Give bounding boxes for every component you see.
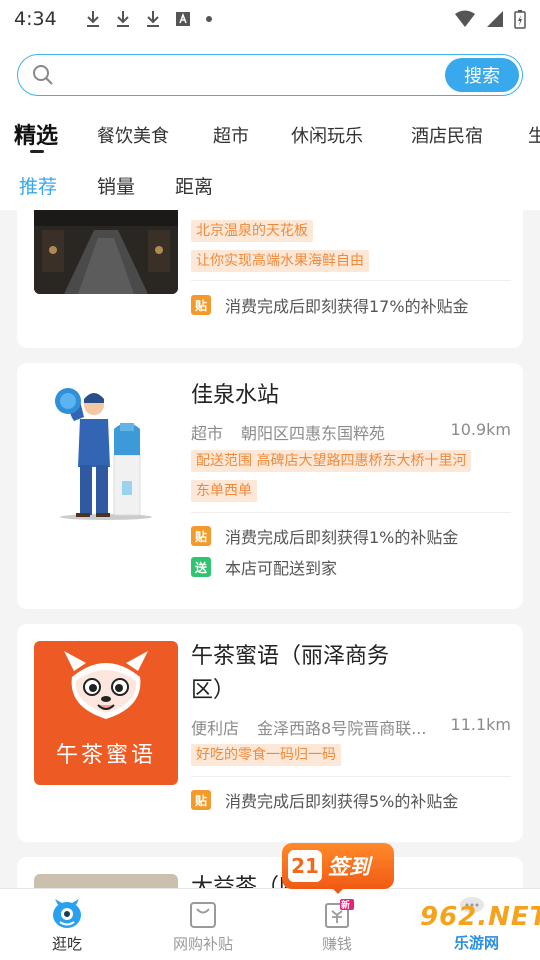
store-tag: 让你实现高端水果海鲜自由 [191,250,369,272]
tab-food[interactable]: 餐饮美食 [97,122,169,148]
nav-label: 赚钱 [321,935,352,953]
new-badge: 新 [341,901,351,911]
perk-text: 消费完成后即刻获得17%的补贴金 [225,297,469,316]
store-meta: 便利店 金泽西路8号院晋商联... 11.1km [191,715,511,739]
nav-label: 网购补贴 [172,935,233,953]
download-icon [146,11,159,27]
store-address: 金泽西路8号院晋商联... [257,719,427,738]
store-card[interactable]: 北京温泉的天花板 让你实现高端水果海鲜自由 贴 消费完成后即刻获得17%的补贴金 [17,210,523,348]
perk-text: 消费完成后即刻获得5%的补贴金 [225,792,459,811]
perk-text: 本店可配送到家 [225,559,338,578]
logo-text: 午茶蜜语 [55,743,156,768]
status-time: 4:34 [14,8,57,30]
subsidy-perk: 贴 消费完成后即刻获得5%的补贴金 [191,788,458,812]
store-card[interactable]: 午茶蜜语 午茶蜜语（丽泽商务 区） 便利店 金泽西路8号院晋商联... 11.1k… [17,624,523,842]
wifi-icon [455,10,475,27]
notification-icons [85,10,213,28]
store-address: 朝阳区四惠东国粹苑 [241,424,386,443]
store-category: 便利店 [191,719,240,738]
nav-earn[interactable]: 新 赚钱 [282,889,392,960]
shopping-bag-icon [190,902,216,928]
subsidy-badge-icon: 贴 [191,790,211,810]
store-tag: 好吃的零食一码归一码 [191,744,341,766]
store-image [34,377,178,521]
nav-shopping-subsidy[interactable]: 网购补贴 [148,889,258,960]
store-tag: 北京温泉的天花板 [191,220,313,242]
active-tab-indicator [30,150,44,153]
subsidy-badge-icon: 贴 [191,295,211,315]
signin-pointer [330,886,346,894]
tab-more[interactable]: 生 [528,122,540,148]
daily-signin-button[interactable]: 21 签到 [282,843,394,889]
search-icon [33,65,53,85]
delivery-badge-icon: 送 [191,557,211,577]
store-logo: 午茶蜜语 [34,641,178,785]
store-category: 超市 [191,424,224,443]
signin-day-count: 21 [288,850,322,882]
search-bar[interactable]: 搜索 [17,54,523,96]
status-bar: 4:34 [0,0,540,38]
tab-featured[interactable]: 精选 [14,118,58,150]
subsidy-perk: 贴 消费完成后即刻获得1%的补贴金 [191,524,458,548]
nav-label: 逛吃 [51,935,82,953]
divider [191,776,511,777]
search-button[interactable]: 搜索 [445,58,519,92]
site-watermark: 962.NET 乐游网 [402,896,540,956]
delivery-range-tag: 配送范围 高碑店大望路四惠桥东大桥十里河 [191,450,472,472]
tab-leisure[interactable]: 休闲玩乐 [291,122,363,148]
app-notification-icon [175,12,190,26]
store-image [34,210,178,294]
battery-icon [514,10,526,29]
store-title-continued: 区） [191,678,236,703]
nav-explore[interactable]: 逛吃 [12,889,122,960]
system-icons [454,9,526,29]
store-distance: 11.1km [450,715,511,734]
search-input[interactable] [64,60,444,90]
perk-text: 消费完成后即刻获得1%的补贴金 [225,528,459,547]
sort-distance[interactable]: 距离 [175,172,213,199]
store-meta: 超市 朝阳区四惠东国粹苑 10.9km [191,420,511,444]
header: 搜索 精选 餐饮美食 超市 休闲玩乐 酒店民宿 生 推荐 销量 距离 [0,38,540,210]
sort-tabs: 推荐 销量 距离 [0,166,540,204]
store-card[interactable]: 佳泉水站 超市 朝阳区四惠东国粹苑 10.9km 配送范围 高碑店大望路四惠桥东大… [17,363,523,609]
signal-icon [487,11,503,27]
tab-supermarket[interactable]: 超市 [213,122,249,148]
delivery-range-tag: 东单西单 [191,480,257,502]
divider [191,512,511,513]
delivery-perk: 送 本店可配送到家 [191,555,337,579]
watermark-text: 962.NET [420,902,540,932]
download-icon [116,11,129,27]
dot-icon [205,16,212,22]
sort-sales[interactable]: 销量 [97,172,135,199]
subsidy-perk: 贴 消费完成后即刻获得17%的补贴金 [191,293,469,317]
hotspring-image [34,210,178,294]
tab-hotels[interactable]: 酒店民宿 [411,122,483,148]
squirrel-logo-icon [64,651,148,719]
store-title: 佳泉水站 [191,383,280,408]
store-title: 午茶蜜语（丽泽商务 [191,644,390,669]
explore-mascot-icon [53,899,81,928]
water-delivery-illustration [55,388,152,520]
download-icon [86,11,99,27]
subsidy-badge-icon: 贴 [191,526,211,546]
divider [191,280,511,281]
watermark-subtext: 乐游网 [454,934,500,952]
sort-recommended[interactable]: 推荐 [19,172,57,199]
signin-label: 签到 [328,855,370,879]
category-tabs: 精选 餐饮美食 超市 休闲玩乐 酒店民宿 生 [0,114,540,156]
store-distance: 10.9km [450,420,511,439]
